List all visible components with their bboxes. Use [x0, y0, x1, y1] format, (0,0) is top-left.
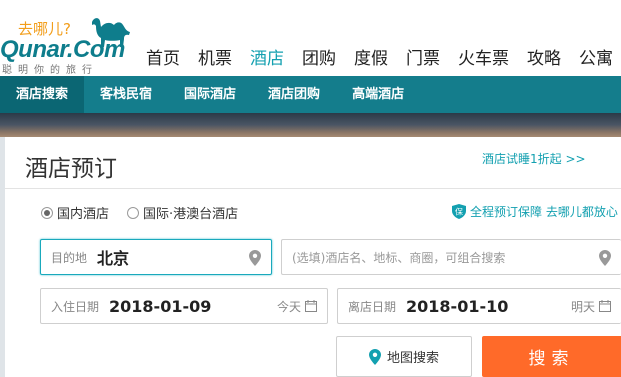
subnav-hotel-search[interactable]: 酒店搜索: [0, 76, 85, 113]
logo-wordmark: Qunar.Com: [0, 36, 125, 63]
guarantee-label: 全程预订保障 去哪儿都放心: [470, 205, 618, 219]
calendar-icon[interactable]: [599, 300, 611, 312]
subnav-international-hotels[interactable]: 国际酒店: [168, 76, 252, 113]
site-header: 去哪儿? Qunar.Com 聪明你的旅行 首页 机票 酒店 团购 度假 门票 …: [0, 0, 621, 76]
map-search-button[interactable]: 地图搜索: [336, 336, 472, 377]
subnav-luxury-hotels[interactable]: 高端酒店: [336, 76, 420, 113]
location-pin-icon[interactable]: [599, 250, 611, 266]
subnav-inns[interactable]: 客栈民宿: [84, 76, 168, 113]
main-nav: 首页 机票 酒店 团购 度假 门票 火车票 攻略 公寓: [146, 44, 621, 69]
keyword-field[interactable]: (选填)酒店名、地标、商圈，可组合搜索: [281, 239, 621, 275]
radio-international-label: 国际·港澳台酒店: [143, 207, 239, 222]
nav-item-trains[interactable]: 火车票: [458, 44, 509, 69]
radio-domestic-dot[interactable]: [41, 206, 53, 219]
destination-field[interactable]: 目的地 北京: [40, 239, 272, 275]
shield-icon: 保: [452, 204, 466, 219]
subnav-hotel-group-buy[interactable]: 酒店团购: [252, 76, 336, 113]
checkout-value[interactable]: 2018-01-10: [406, 297, 508, 316]
page-title: 酒店预订: [25, 156, 117, 182]
checkin-hint: 今天: [277, 298, 317, 315]
checkin-label: 入住日期: [51, 299, 100, 314]
checkout-hint-text: 明天: [570, 299, 595, 314]
nav-item-flights[interactable]: 机票: [198, 44, 232, 69]
map-search-label: 地图搜索: [386, 351, 439, 366]
nav-item-vacation[interactable]: 度假: [354, 44, 388, 69]
guarantee-link[interactable]: 保 全程预订保障 去哪儿都放心: [452, 203, 618, 220]
nav-item-hotels[interactable]: 酒店: [250, 44, 284, 69]
shield-icon-text: 保: [455, 207, 463, 217]
qunar-logo[interactable]: 去哪儿? Qunar.Com 聪明你的旅行: [0, 8, 140, 76]
hotel-type-radio-group: 国内酒店 国际·港澳台酒店: [41, 203, 256, 222]
hotel-sub-nav: 酒店搜索 客栈民宿 国际酒店 酒店团购 高端酒店: [0, 76, 621, 113]
nav-item-tickets[interactable]: 门票: [406, 44, 440, 69]
nav-item-guides[interactable]: 攻略: [527, 44, 561, 69]
search-button-label: 搜索: [528, 349, 575, 369]
destination-label: 目的地: [51, 250, 88, 265]
radio-domestic[interactable]: 国内酒店: [41, 203, 109, 222]
checkout-date-field[interactable]: 离店日期 2018-01-10 明天: [337, 288, 621, 324]
keyword-placeholder: (选填)酒店名、地标、商圈，可组合搜索: [292, 250, 506, 265]
nav-item-group-buy[interactable]: 团购: [302, 44, 336, 69]
search-button[interactable]: 搜索: [482, 336, 621, 377]
hero-banner: [0, 113, 621, 139]
radio-international-dot[interactable]: [127, 206, 140, 219]
checkin-date-field[interactable]: 入住日期 2018-01-09 今天: [40, 288, 328, 324]
promo-link[interactable]: 酒店试睡1折起 >>: [482, 150, 586, 167]
checkin-hint-text: 今天: [276, 299, 301, 314]
radio-international[interactable]: 国际·港澳台酒店: [127, 203, 238, 222]
nav-item-apartments[interactable]: 公寓: [579, 44, 613, 69]
logo-tagline: 聪明你的旅行: [2, 65, 98, 76]
divider: [5, 188, 621, 189]
checkout-label: 离店日期: [348, 299, 397, 314]
destination-value[interactable]: 北京: [97, 245, 129, 269]
checkout-hint: 明天: [571, 298, 611, 315]
nav-item-home[interactable]: 首页: [146, 44, 180, 69]
radio-domestic-label: 国内酒店: [57, 207, 110, 222]
checkin-value[interactable]: 2018-01-09: [109, 297, 211, 316]
location-pin-icon[interactable]: [249, 250, 261, 266]
calendar-icon[interactable]: [305, 300, 317, 312]
map-pin-icon: [368, 348, 381, 365]
